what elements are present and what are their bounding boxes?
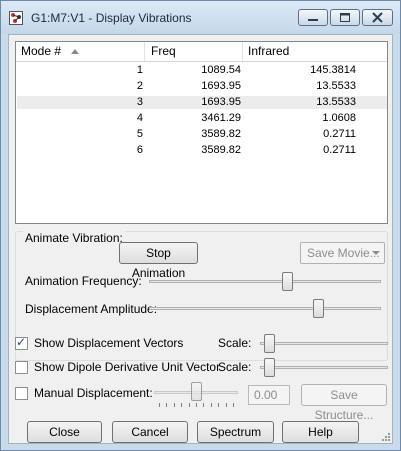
slider-tick [218, 403, 220, 407]
table-row[interactable]: 4 3461.29 1.0608 [17, 112, 387, 125]
slider-tick [159, 403, 160, 407]
displacement-amplitude-slider[interactable] [313, 299, 324, 318]
show-dipole-derivative-label: Show Dipole Derivative Unit Vector [34, 360, 221, 374]
mode-cell: 2 [136, 80, 143, 92]
column-header-infrared-label: Infrared [248, 44, 290, 58]
mode-cell: 5 [136, 128, 143, 140]
column-header-freq[interactable]: Freq [145, 42, 243, 61]
displacement-scale-slider[interactable] [264, 334, 275, 353]
minimize-icon [308, 19, 318, 21]
slider-tick [181, 403, 183, 407]
table-row[interactable]: 5 3589.82 0.2711 [17, 128, 387, 141]
infrared-cell: 13.5533 [316, 80, 356, 92]
infrared-cell: 0.2711 [323, 144, 356, 156]
sort-ascending-icon [71, 49, 79, 54]
cancel-button[interactable]: Cancel [112, 421, 188, 443]
save-structure-button[interactable]: Save Structure... [301, 384, 387, 422]
freq-cell: 3461.29 [201, 112, 241, 124]
dialog-body: Mode # Freq Infrared 1 1089.54 145.3814 … [8, 34, 393, 444]
slider-tick [203, 403, 205, 407]
freq-cell: 1693.95 [201, 80, 241, 92]
infrared-cell: 0.2711 [323, 128, 356, 140]
help-button[interactable]: Help [282, 421, 359, 443]
mode-cell: 1 [136, 64, 143, 76]
mode-cell: 6 [136, 144, 143, 156]
slider-tick [210, 403, 212, 407]
column-header-infrared[interactable]: Infrared [243, 42, 387, 61]
column-header-mode[interactable]: Mode # [16, 42, 145, 61]
freq-cell: 3589.82 [201, 144, 241, 156]
chevron-down-icon [372, 251, 380, 255]
display-vibrations-window: G1:M7:V1 - Display Vibrations Mode # Fre… [0, 0, 401, 451]
table-row[interactable]: 1 1089.54 145.3814 [17, 64, 387, 77]
slider-tick [188, 403, 190, 407]
close-window-button[interactable] [362, 9, 393, 26]
table-row[interactable]: 6 3589.82 0.2711 [17, 144, 387, 157]
animation-frequency-label: Animation Frequency: [25, 274, 142, 288]
resize-grip-icon[interactable] [381, 432, 391, 442]
manual-displacement-value-field[interactable]: 0.00 [248, 385, 290, 405]
animation-frequency-slider[interactable] [282, 272, 293, 291]
displacement-scale-label: Scale: [218, 336, 252, 350]
minimize-button[interactable] [298, 9, 328, 26]
vibration-mode-list[interactable]: Mode # Freq Infrared 1 1089.54 145.3814 … [15, 41, 388, 224]
displacement-scale-track [260, 342, 388, 345]
dipole-scale-slider[interactable] [264, 358, 275, 377]
slider-tick [166, 403, 168, 407]
spectrum-button[interactable]: Spectrum [197, 421, 274, 443]
displacement-amplitude-label: Displacement Amplitude: [25, 302, 158, 316]
column-header-freq-label: Freq [151, 44, 176, 58]
show-dipole-derivative-checkbox[interactable] [15, 361, 28, 374]
slider-tick [233, 403, 234, 407]
freq-cell: 3589.82 [201, 128, 241, 140]
displacement-amplitude-track [149, 307, 381, 310]
window-title: G1:M7:V1 - Display Vibrations [31, 11, 192, 25]
maximize-button[interactable] [330, 9, 360, 26]
gaussview-app-icon [9, 11, 23, 25]
slider-tick [225, 403, 227, 407]
title-bar[interactable]: G1:M7:V1 - Display Vibrations [1, 1, 400, 34]
dipole-scale-label: Scale: [218, 360, 252, 374]
slider-tick [173, 403, 175, 407]
save-movie-label: Save Movie... [307, 246, 380, 260]
freq-cell: 1693.95 [201, 96, 241, 108]
slider-tick [196, 403, 197, 407]
column-header-mode-label: Mode # [21, 44, 62, 58]
show-displacement-vectors-checkbox[interactable] [15, 335, 28, 350]
dipole-scale-track [260, 366, 388, 369]
animate-vibration-label: Animate Vibration: [23, 231, 125, 245]
manual-displacement-checkbox[interactable] [15, 387, 28, 400]
mode-cell: 4 [136, 112, 143, 124]
mode-cell: 3 [136, 96, 143, 108]
manual-displacement-label: Manual Displacement: [34, 386, 153, 400]
close-button[interactable]: Close [27, 421, 102, 443]
maximize-icon [340, 13, 350, 22]
table-row-selected[interactable]: 3 1693.95 13.5533 [17, 96, 387, 109]
animation-frequency-track [149, 280, 381, 283]
stop-animation-button[interactable]: Stop Animation [119, 242, 198, 280]
show-displacement-vectors-label: Show Displacement Vectors [34, 336, 184, 350]
list-header: Mode # Freq Infrared [16, 42, 387, 62]
infrared-cell: 1.0608 [322, 112, 356, 124]
close-icon [372, 12, 383, 23]
table-row[interactable]: 2 1693.95 13.5533 [17, 80, 387, 93]
manual-displacement-slider[interactable] [191, 382, 202, 401]
save-movie-dropdown[interactable]: Save Movie... [300, 242, 385, 264]
freq-cell: 1089.54 [201, 64, 241, 76]
infrared-cell: 145.3814 [310, 64, 356, 76]
infrared-cell: 13.5533 [316, 96, 356, 108]
